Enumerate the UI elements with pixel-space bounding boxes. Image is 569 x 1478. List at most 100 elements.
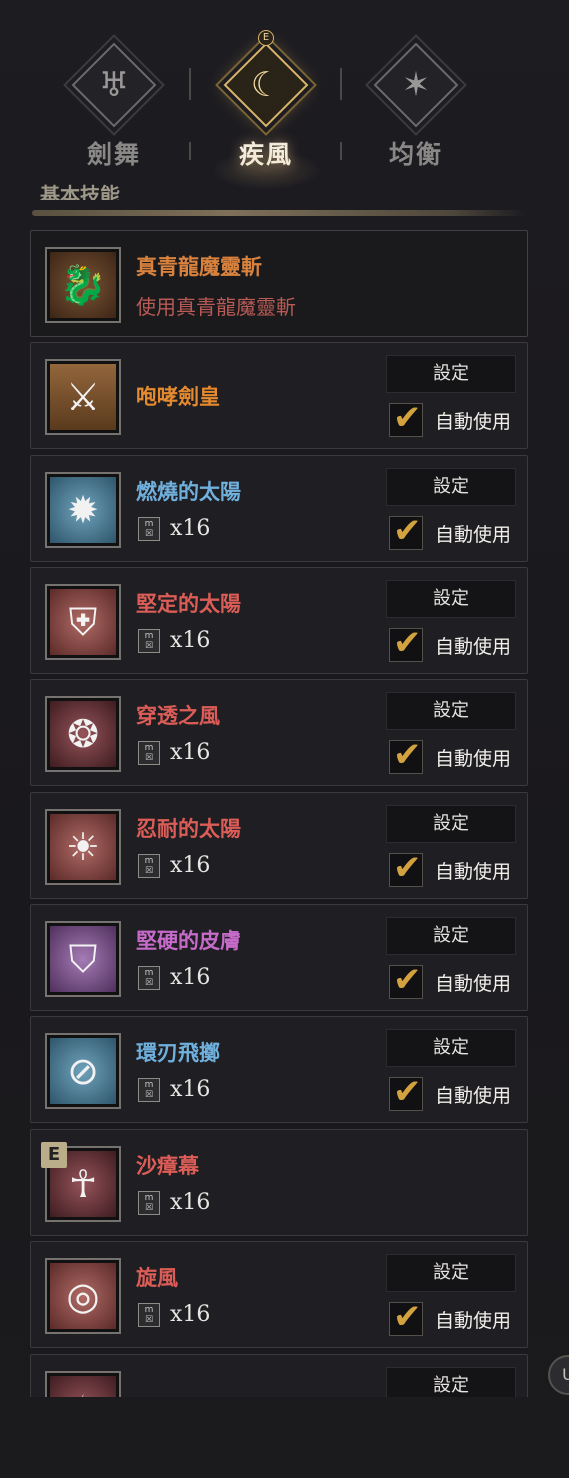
auto-use-label: 自動使用 — [435, 747, 512, 770]
tab-balance[interactable]: ✶ 均衡 — [351, 30, 481, 180]
tab-label: 劍舞 — [86, 140, 141, 169]
side-panel-handle[interactable]: U — [548, 1355, 569, 1395]
checkmark-icon: ✔ — [393, 848, 422, 888]
e-badge-icon: E — [258, 30, 274, 46]
main-skill-name: 真青龍魔靈斬 — [136, 255, 262, 279]
settings-button[interactable]: 設定 — [386, 1367, 516, 1397]
e-badge-icon: E — [41, 1142, 67, 1168]
skill-row[interactable]: ⚔ 咆哮劍皇 設定 ✔ 自動使用 — [30, 342, 528, 449]
skill-quantity: m ☒ x16 — [138, 516, 210, 541]
auto-use-toggle[interactable]: ✔ 自動使用 — [389, 1297, 512, 1337]
auto-use-toggle[interactable]: ✔ 自動使用 — [389, 1072, 511, 1112]
auto-use-toggle[interactable]: ✔ 自動使用 — [389, 511, 512, 551]
main-skill-row[interactable]: 🐉 真青龍魔靈斬 使用真青龍魔靈斬 — [30, 230, 528, 337]
skill-row[interactable]: ❂ 穿透之風 m ☒ x16 設定 ✔ 自動使用 — [30, 679, 528, 786]
auto-use-checkbox[interactable]: ✔ — [389, 735, 423, 775]
checkmark-icon: ✔ — [393, 1297, 422, 1337]
settings-button[interactable]: 設定 — [386, 692, 516, 730]
settings-button[interactable]: 設定 — [386, 468, 516, 506]
settings-button[interactable]: 設定 — [386, 1254, 516, 1292]
tab-divider — [189, 68, 191, 100]
tab-label: 均衡 — [388, 140, 443, 169]
skill-name: 旋風 — [136, 1266, 178, 1290]
skill-quantity: m ☒ x16 — [138, 1302, 210, 1327]
auto-use-label: 自動使用 — [435, 635, 512, 658]
auto-use-label: 自動使用 — [435, 1309, 512, 1332]
skill-row[interactable]: E ☥ 沙瘴幕 m ☒ x16 — [30, 1129, 528, 1236]
skill-row[interactable]: ✹ 燃燒的太陽 m ☒ x16 設定 ✔ 自動使用 — [30, 455, 528, 562]
burning-sun-icon: ✹ — [45, 472, 121, 548]
tab-sword-dance[interactable]: ♅ 劍舞 — [49, 30, 179, 180]
settings-button[interactable]: 設定 — [386, 917, 516, 955]
checkmark-icon: ✔ — [393, 623, 422, 663]
class-tabs: ♅ 劍舞 E ☾ 疾風 ✶ 均衡 — [0, 0, 569, 190]
quantity-text: x16 — [170, 965, 211, 990]
steadfast-sun-icon: ⛨ — [45, 584, 121, 660]
section-title: 基本技能 — [40, 183, 120, 200]
checkmark-icon: ✔ — [393, 398, 422, 438]
skill-row[interactable]: ⊘ 環刃飛擲 m ☒ x16 設定 ✔ 自動使用 — [30, 1016, 528, 1123]
skill-name: 穿透之風 — [136, 704, 220, 728]
scroll-item-icon: m ☒ — [138, 740, 160, 765]
auto-use-label: 自動使用 — [435, 523, 512, 546]
checkmark-icon: ✔ — [393, 735, 422, 775]
auto-use-label: 自動使用 — [435, 410, 512, 433]
auto-use-checkbox[interactable]: ✔ — [389, 1072, 423, 1112]
gale-boost-icon: ♨ — [45, 1371, 121, 1397]
auto-use-checkbox[interactable]: ✔ — [389, 848, 423, 888]
piercing-wind-icon: ❂ — [45, 696, 121, 772]
quantity-text: x16 — [170, 516, 211, 541]
tab-divider — [340, 142, 342, 160]
skill-quantity: m ☒ x16 — [138, 853, 210, 878]
dragon-icon: 🐉 — [45, 247, 121, 323]
skill-list[interactable]: 🐉 真青龍魔靈斬 使用真青龍魔靈斬 ⚔ 咆哮劍皇 設定 ✔ 自動使用 ✹ 燃燒的太陽 m ☒ x1… — [30, 230, 528, 1397]
main-skill-description: 使用真青龍魔靈斬 — [136, 295, 296, 319]
checkmark-icon: ✔ — [393, 511, 422, 551]
skill-quantity: m ☒ x16 — [138, 965, 210, 990]
tab-divider — [340, 68, 342, 100]
settings-button[interactable]: 設定 — [386, 355, 516, 393]
balance-icon: ✶ — [371, 40, 461, 130]
quantity-text: x16 — [170, 1190, 211, 1215]
ring-blade-icon: ⊘ — [45, 1033, 121, 1109]
scroll-item-icon: m ☒ — [138, 628, 160, 653]
settings-button[interactable]: 設定 — [386, 580, 516, 618]
tab-gale[interactable]: E ☾ 疾風 — [201, 30, 331, 190]
scroll-item-icon: m ☒ — [138, 1077, 160, 1102]
skill-row[interactable]: ♨ 疾風增幅 設定 — [30, 1354, 528, 1397]
checkmark-icon: ✔ — [393, 960, 422, 1000]
auto-use-toggle[interactable]: ✔ 自動使用 — [389, 398, 512, 438]
scroll-item-icon: m ☒ — [138, 965, 160, 990]
scroll-item-icon: m ☒ — [138, 516, 160, 541]
auto-use-checkbox[interactable]: ✔ — [389, 1297, 423, 1337]
auto-use-checkbox[interactable]: ✔ — [389, 398, 423, 438]
auto-use-toggle[interactable]: ✔ 自動使用 — [389, 623, 512, 663]
skill-name: 咆哮劍皇 — [136, 385, 220, 409]
section-divider — [32, 210, 526, 216]
scroll-item-icon: m ☒ — [138, 853, 160, 878]
auto-use-toggle[interactable]: ✔ 自動使用 — [389, 960, 512, 1000]
auto-use-toggle[interactable]: ✔ 自動使用 — [389, 848, 512, 888]
skill-row[interactable]: ⛨ 堅定的太陽 m ☒ x16 設定 ✔ 自動使用 — [30, 567, 528, 674]
skill-row[interactable]: ◎ 旋風 m ☒ x16 設定 ✔ 自動使用 — [30, 1241, 528, 1348]
whirlwind-icon: ◎ — [45, 1258, 121, 1334]
gale-icon: ☾ — [221, 40, 311, 130]
auto-use-checkbox[interactable]: ✔ — [389, 511, 423, 551]
skill-quantity: m ☒ x16 — [138, 1077, 210, 1102]
auto-use-checkbox[interactable]: ✔ — [389, 623, 423, 663]
quantity-text: x16 — [170, 628, 211, 653]
sword-emperor-icon: ⚔ — [45, 359, 121, 435]
settings-button[interactable]: 設定 — [386, 1029, 516, 1067]
skill-name: 疾風增幅 — [136, 1393, 220, 1397]
auto-use-checkbox[interactable]: ✔ — [389, 960, 423, 1000]
quantity-text: x16 — [170, 853, 211, 878]
auto-use-toggle[interactable]: ✔ 自動使用 — [389, 735, 512, 775]
auto-use-label: 自動使用 — [435, 972, 512, 995]
auto-use-label: 自動使用 — [435, 860, 512, 883]
settings-button[interactable]: 設定 — [386, 805, 516, 843]
skill-name: 沙瘴幕 — [136, 1154, 199, 1178]
checkmark-icon: ✔ — [393, 1072, 422, 1112]
skill-row[interactable]: ⛉ 堅硬的皮膚 m ☒ x16 設定 ✔ 自動使用 — [30, 904, 528, 1011]
skill-row[interactable]: ☀ 忍耐的太陽 m ☒ x16 設定 ✔ 自動使用 — [30, 792, 528, 899]
scroll-item-icon: m ☒ — [138, 1302, 160, 1327]
